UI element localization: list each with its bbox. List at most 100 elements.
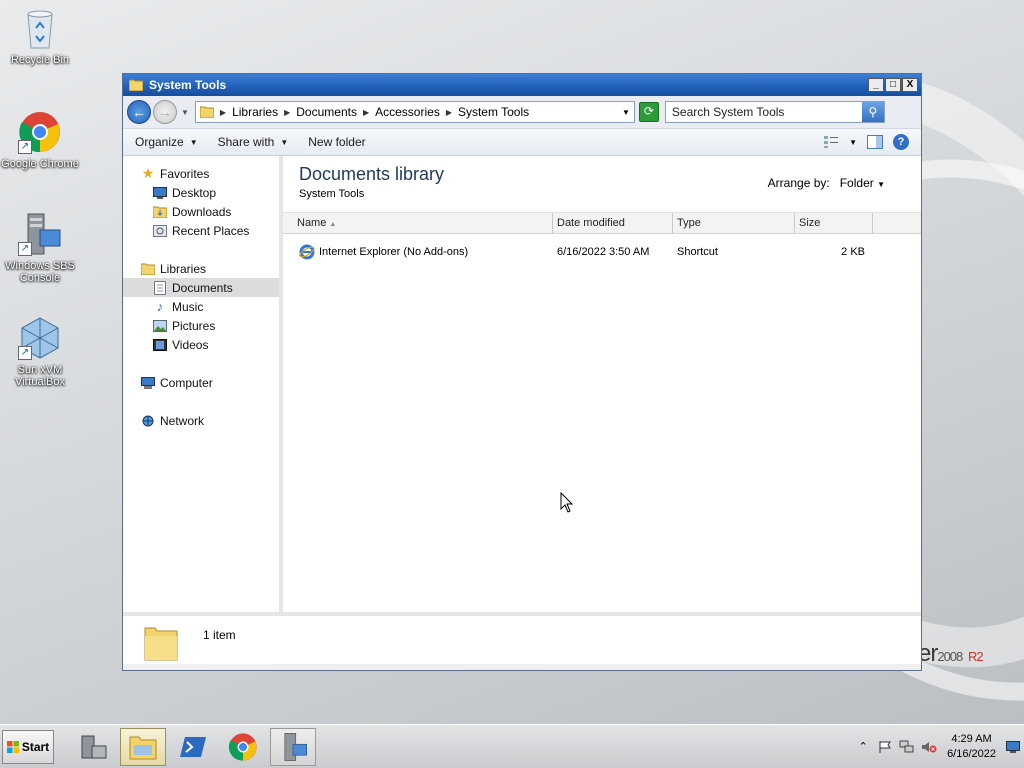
breadcrumb-libraries[interactable]: Libraries (232, 105, 278, 119)
command-bar: Organize ▼ Share with ▼ New folder ▼ ? (123, 128, 921, 156)
action-center-flag-icon[interactable] (877, 739, 893, 755)
nav-downloads[interactable]: Downloads (123, 202, 279, 221)
explorer-folder-icon (129, 736, 157, 759)
show-hidden-icons-button[interactable]: ⌃ (855, 739, 871, 755)
search-input[interactable] (665, 105, 862, 119)
taskbar-sbs-console[interactable] (270, 727, 316, 766)
desktop-icon-label: Recycle Bin (10, 54, 70, 66)
network-icon (141, 414, 155, 428)
clock-time: 4:29 AM (951, 732, 992, 745)
nav-music[interactable]: ♪ Music (123, 297, 279, 316)
breadcrumb-separator-icon[interactable]: ▶ (284, 108, 290, 117)
nav-desktop[interactable]: Desktop (123, 183, 279, 202)
new-folder-button[interactable]: New folder (308, 135, 365, 149)
volume-muted-icon[interactable] (921, 739, 937, 755)
desktop-icon-label: Sun xVM VirtualBox (15, 364, 65, 388)
music-icon: ♪ (156, 299, 164, 314)
taskbar-powershell[interactable] (170, 728, 216, 766)
system-tray: ⌃ 4:29 AM 6/16/2022 (855, 725, 1024, 768)
star-icon: ★ (141, 165, 155, 181)
help-icon[interactable]: ? (893, 134, 909, 150)
column-date-modified[interactable]: Date modified (553, 213, 673, 233)
file-row[interactable]: Internet Explorer (No Add-ons) 6/16/2022… (283, 240, 921, 264)
share-with-button[interactable]: Share with ▼ (218, 135, 289, 149)
downloads-folder-icon (153, 205, 167, 219)
libraries-icon (141, 262, 155, 276)
item-count: 1 item (203, 628, 236, 642)
taskbar: Start ⌃ 4:29 AM 6/16/2022 (0, 724, 1024, 768)
folder-icon (129, 79, 143, 91)
file-name: Internet Explorer (No Add-ons) (319, 246, 469, 258)
clock[interactable]: 4:29 AM 6/16/2022 (947, 732, 996, 762)
minimize-button[interactable]: _ (868, 78, 884, 92)
file-date: 6/16/2022 3:50 AM (557, 246, 650, 258)
organize-button[interactable]: Organize ▼ (135, 135, 198, 149)
nav-favorites[interactable]: ★ Favorites (123, 164, 279, 183)
breadcrumb-system-tools[interactable]: System Tools (458, 105, 529, 119)
taskbar-chrome[interactable] (220, 728, 266, 766)
nav-label: Pictures (172, 318, 216, 333)
nav-videos[interactable]: Videos (123, 335, 279, 354)
desktop-icon-sbs-console[interactable]: ↗ Windows SBS Console (0, 212, 80, 284)
explorer-window: System Tools _ □ X ← → ▼ ▶ Libraries ▶ D… (122, 73, 922, 671)
column-type[interactable]: Type (673, 213, 795, 233)
view-dropdown-icon[interactable]: ▼ (849, 138, 857, 147)
desktop-icon-virtualbox[interactable]: ↗ Sun xVM VirtualBox (0, 316, 80, 388)
nav-label: Videos (172, 337, 209, 352)
search-button[interactable]: ⚲ (861, 102, 884, 122)
mouse-cursor-icon (560, 492, 574, 513)
arrange-label: Arrange by: (767, 176, 830, 190)
nav-libraries[interactable]: Libraries (123, 259, 279, 278)
start-label: Start (21, 739, 50, 754)
organize-label: Organize (135, 135, 184, 149)
show-desktop-icon[interactable] (1006, 740, 1020, 754)
file-type: Shortcut (677, 246, 718, 258)
maximize-button[interactable]: □ (885, 78, 901, 92)
desktop-icon-label: Windows SBS Console (5, 260, 75, 284)
column-size[interactable]: Size (795, 213, 873, 233)
desktop-icon-recycle-bin[interactable]: Recycle Bin (0, 6, 80, 66)
start-button[interactable]: Start (2, 729, 54, 764)
column-headers: Name ▲ Date modified Type Size (283, 212, 921, 234)
refresh-button[interactable]: ⟳ (638, 102, 659, 122)
computer-icon (141, 376, 155, 390)
nav-documents[interactable]: Documents (123, 278, 279, 297)
arrange-by-dropdown[interactable]: Folder ▼ (840, 176, 885, 190)
taskbar-explorer[interactable] (120, 727, 166, 766)
recent-pages-dropdown[interactable]: ▼ (181, 108, 189, 117)
shortcut-arrow-icon: ↗ (18, 242, 32, 256)
breadcrumb-separator-icon[interactable]: ▶ (220, 108, 226, 117)
breadcrumb-documents[interactable]: Documents (296, 105, 357, 119)
videos-icon (153, 338, 167, 352)
breadcrumb-accessories[interactable]: Accessories (375, 105, 440, 119)
forward-button[interactable]: → (153, 100, 177, 124)
share-with-label: Share with (217, 135, 275, 149)
server-manager-icon (81, 735, 107, 758)
folder-icon (199, 106, 214, 118)
chevron-down-icon: ▼ (280, 137, 289, 147)
column-name[interactable]: Name ▲ (283, 213, 553, 233)
view-options-icon[interactable] (823, 135, 839, 149)
back-button[interactable]: ← (127, 100, 151, 124)
address-bar[interactable]: ▶ Libraries ▶ Documents ▶ Accessories ▶ … (194, 101, 635, 123)
nav-pictures[interactable]: Pictures (123, 316, 279, 335)
network-tray-icon[interactable] (899, 739, 915, 755)
nav-computer[interactable]: Computer (123, 373, 279, 392)
powershell-icon (180, 736, 206, 757)
virtualbox-icon: ↗ (18, 316, 62, 360)
nav-label: Music (172, 299, 204, 314)
window-titlebar[interactable]: System Tools _ □ X (123, 74, 921, 96)
close-button[interactable]: X (902, 78, 918, 92)
chrome-icon: ↗ (18, 110, 62, 154)
preview-pane-icon[interactable] (867, 135, 883, 149)
nav-label: Libraries (160, 261, 207, 276)
nav-network[interactable]: Network (123, 411, 279, 430)
desktop-icon-chrome[interactable]: ↗ Google Chrome (0, 110, 80, 170)
folder-large-icon (144, 627, 178, 661)
breadcrumb-separator-icon[interactable]: ▶ (446, 108, 452, 117)
nav-label: Favorites (160, 166, 210, 181)
taskbar-server-manager[interactable] (70, 728, 116, 766)
nav-recent-places[interactable]: Recent Places (123, 221, 279, 240)
breadcrumb-separator-icon[interactable]: ▶ (363, 108, 369, 117)
address-dropdown-icon[interactable]: ▼ (622, 108, 630, 117)
